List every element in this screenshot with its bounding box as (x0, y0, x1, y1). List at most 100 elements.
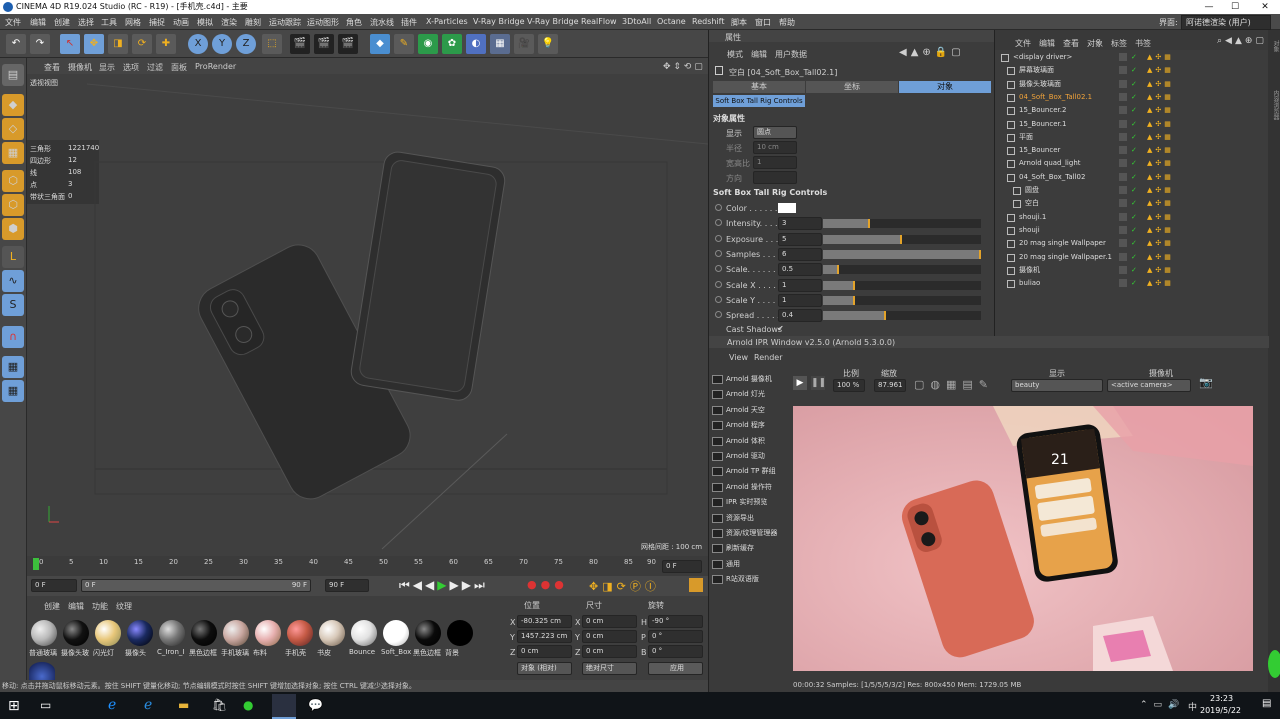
object-row[interactable]: 04_Soft_Box_Tall02 ✓ ▲✣▦ (995, 171, 1269, 184)
enabled-check-icon[interactable]: ✓ (1131, 118, 1137, 131)
x-axis-icon[interactable]: X (188, 34, 208, 54)
enabled-check-icon[interactable]: ✓ (1131, 131, 1137, 144)
visibility-icon[interactable] (1119, 146, 1127, 155)
material-swatch[interactable]: Bounce (349, 618, 379, 658)
animate-dot-icon[interactable] (715, 204, 722, 211)
menu-realflow[interactable]: RealFlow (581, 17, 617, 26)
menu-simulate[interactable]: 模拟 (197, 17, 213, 28)
vp-menu-options[interactable]: 选项 (123, 62, 139, 73)
menu-character[interactable]: 角色 (346, 17, 362, 28)
ime-indicator[interactable]: 中 (1188, 700, 1197, 713)
visibility-icon[interactable] (1119, 212, 1127, 221)
param-field[interactable]: 6 (778, 247, 822, 261)
slider-knob[interactable] (979, 249, 981, 259)
maximize-button[interactable]: ☐ (1222, 0, 1248, 14)
move-icon[interactable]: ✥ (84, 34, 104, 54)
vp-menu-prorender[interactable]: ProRender (195, 62, 236, 71)
y-axis-icon[interactable]: Y (212, 34, 232, 54)
slider-knob[interactable] (884, 311, 886, 321)
material-swatch[interactable]: 黑色边框 (413, 618, 443, 658)
ipr-play-icon[interactable]: ▶ (793, 376, 807, 390)
arnold-tool-button[interactable]: Arnold 操作符 (712, 481, 786, 494)
perspective-viewport[interactable]: 透视视图 三角形 1221740 四边形 12 线 108 点 3 带状三角面 … (27, 74, 708, 556)
enabled-check-icon[interactable]: ✓ (1131, 197, 1137, 210)
object-row[interactable]: 平面 ✓ ▲✣▦ (995, 131, 1269, 144)
menu-plugins[interactable]: 插件 (401, 17, 417, 28)
select-arrow-icon[interactable]: ↖ (60, 34, 80, 54)
size-y-field[interactable]: 0 cm (582, 630, 637, 643)
cast-shadows-checkbox[interactable]: ✔ (777, 324, 784, 333)
tweak-mode-icon[interactable]: ∿ (2, 270, 24, 292)
material-swatch[interactable]: 摄像头 (125, 618, 155, 658)
menu-script[interactable]: 脚本 (731, 17, 747, 28)
animate-dot-icon[interactable] (715, 265, 722, 273)
menu-file[interactable]: 文件 (5, 17, 21, 28)
visibility-icon[interactable] (1119, 92, 1127, 101)
material-swatch-partial[interactable] (29, 662, 55, 680)
enabled-check-icon[interactable]: ✓ (1131, 237, 1137, 250)
tab-coords[interactable]: 坐标 (806, 81, 898, 93)
close-button[interactable]: ✕ (1252, 0, 1278, 14)
vp-menu-filter[interactable]: 过滤 (147, 62, 163, 73)
tag-icons[interactable]: ▲✣▦ (1147, 224, 1174, 237)
menu-vray-bridge-2[interactable]: V-Ray Bridge (527, 17, 579, 26)
tag-icons[interactable]: ▲✣▦ (1147, 91, 1174, 104)
visibility-icon[interactable] (1119, 66, 1127, 75)
tag-icons[interactable]: ▲✣▦ (1147, 131, 1174, 144)
object-row[interactable]: 空白 ✓ ▲✣▦ (995, 197, 1269, 210)
slider-knob[interactable] (853, 295, 855, 305)
visibility-icon[interactable] (1119, 53, 1127, 61)
material-swatch[interactable]: 手机玻璃 (221, 618, 251, 658)
ipr-view-icons[interactable]: ▢◍▦▤✎ (914, 378, 994, 391)
color-swatch[interactable] (778, 203, 796, 213)
tag-icons[interactable]: ▲✣▦ (1147, 197, 1174, 210)
enabled-check-icon[interactable]: ✓ (1131, 51, 1137, 64)
tag-icons[interactable]: ▲✣▦ (1147, 184, 1174, 197)
light-icon[interactable]: 💡 (538, 34, 558, 54)
visibility-icon[interactable] (1119, 106, 1127, 115)
object-row[interactable]: 摄像头玻璃面 ✓ ▲✣▦ (995, 78, 1269, 91)
obj-menu-objects[interactable]: 对象 (1087, 38, 1103, 49)
visibility-icon[interactable] (1119, 159, 1127, 168)
edge-icon[interactable]: ℯ (144, 697, 152, 713)
tab-rig-controls[interactable]: Soft Box Tall Rig Controls (713, 95, 805, 107)
menu-mesh[interactable]: 网格 (125, 17, 141, 28)
side-tab[interactable]: 对象 (1268, 40, 1280, 88)
animate-dot-icon[interactable] (715, 295, 722, 303)
tag-icons[interactable]: ▲✣▦ (1147, 51, 1174, 64)
workplane-icon[interactable]: ▦ (2, 142, 24, 164)
aspect-field[interactable]: 1 (753, 156, 797, 169)
menu-create[interactable]: 创建 (54, 17, 70, 28)
material-swatch[interactable]: 闪光灯 (93, 618, 123, 658)
ipr-menu-render[interactable]: Render (754, 353, 782, 362)
model-mode-icon[interactable]: ◆ (2, 94, 24, 116)
enabled-check-icon[interactable]: ✓ (1131, 251, 1137, 264)
notification-icon[interactable]: ▤ (1262, 698, 1271, 709)
object-row[interactable]: 圆盘 ✓ ▲✣▦ (995, 184, 1269, 197)
param-field[interactable]: 0.4 (778, 309, 822, 323)
timeline-settings-icon[interactable] (689, 578, 703, 592)
snap-icon[interactable]: S (2, 294, 24, 316)
enabled-check-icon[interactable]: ✓ (1131, 171, 1137, 184)
obj-search-icons[interactable]: ⌕◀▲⊕▢ (1217, 36, 1267, 46)
visibility-icon[interactable] (1119, 119, 1127, 128)
menu-animate[interactable]: 动画 (173, 17, 189, 28)
lock-workplane-icon[interactable]: ▦ (2, 356, 24, 378)
current-frame-field[interactable]: 0 F (662, 560, 702, 573)
enabled-check-icon[interactable]: ✓ (1131, 144, 1137, 157)
object-row[interactable]: 20 mag single Wallpaper.1 ✓ ▲✣▦ (995, 251, 1269, 264)
visibility-icon[interactable] (1119, 279, 1127, 288)
windows-start-icon[interactable]: ⊞ (8, 698, 24, 714)
ipr-menu-view[interactable]: View (729, 353, 748, 362)
visibility-icon[interactable] (1119, 186, 1127, 194)
size-z-field[interactable]: 0 cm (582, 645, 637, 658)
menu-redshift[interactable]: Redshift (692, 17, 724, 26)
position-y-field[interactable]: 1457.223 cm (517, 630, 572, 643)
menu-octane[interactable]: Octane (657, 17, 686, 26)
rotation-p-field[interactable]: 0 ° (648, 630, 703, 643)
param-field[interactable]: 3 (778, 217, 822, 231)
mat-menu-create[interactable]: 创建 (44, 601, 60, 612)
attr-menu-mode[interactable]: 模式 (727, 49, 743, 60)
cube-icon[interactable]: ◆ (370, 34, 390, 54)
layout-select[interactable]: 阿诺德渲染 (用户) (1181, 15, 1271, 30)
